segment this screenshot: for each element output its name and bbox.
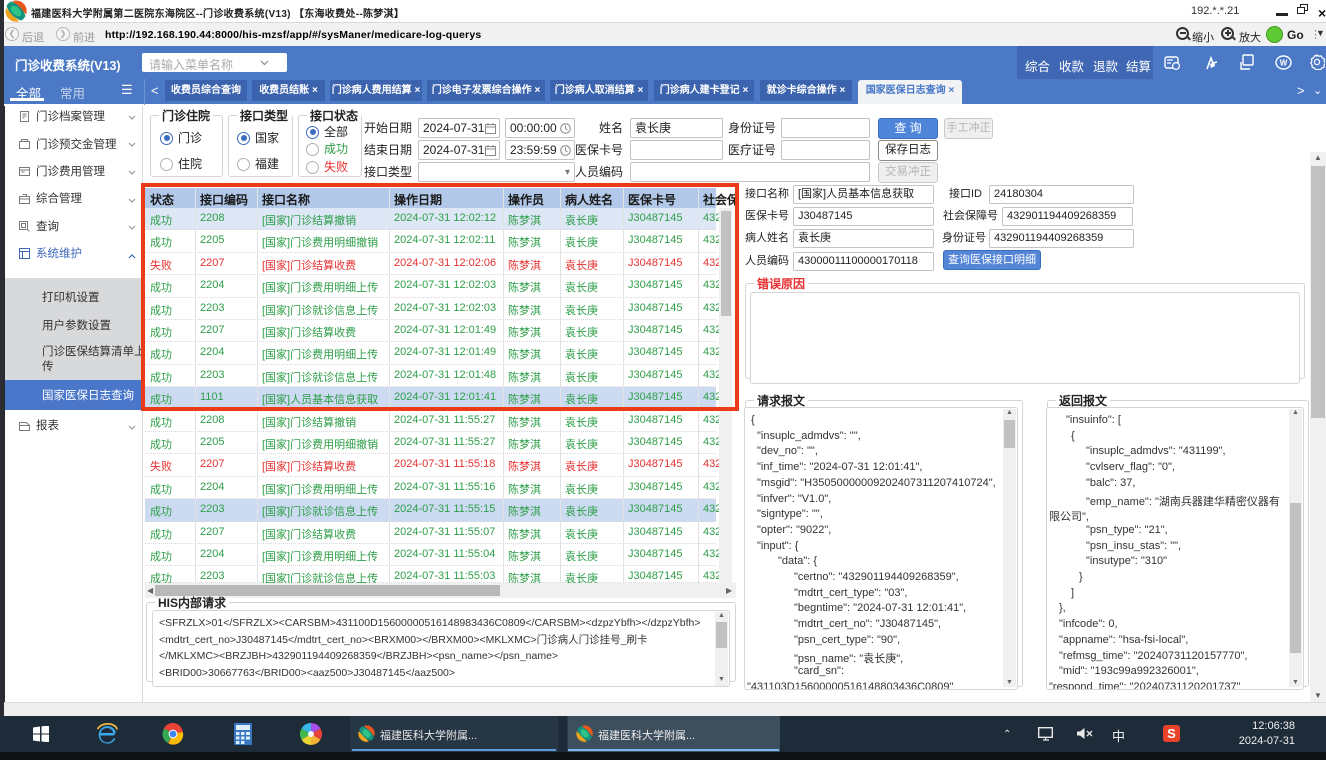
svg-text:W: W: [1280, 59, 1288, 68]
